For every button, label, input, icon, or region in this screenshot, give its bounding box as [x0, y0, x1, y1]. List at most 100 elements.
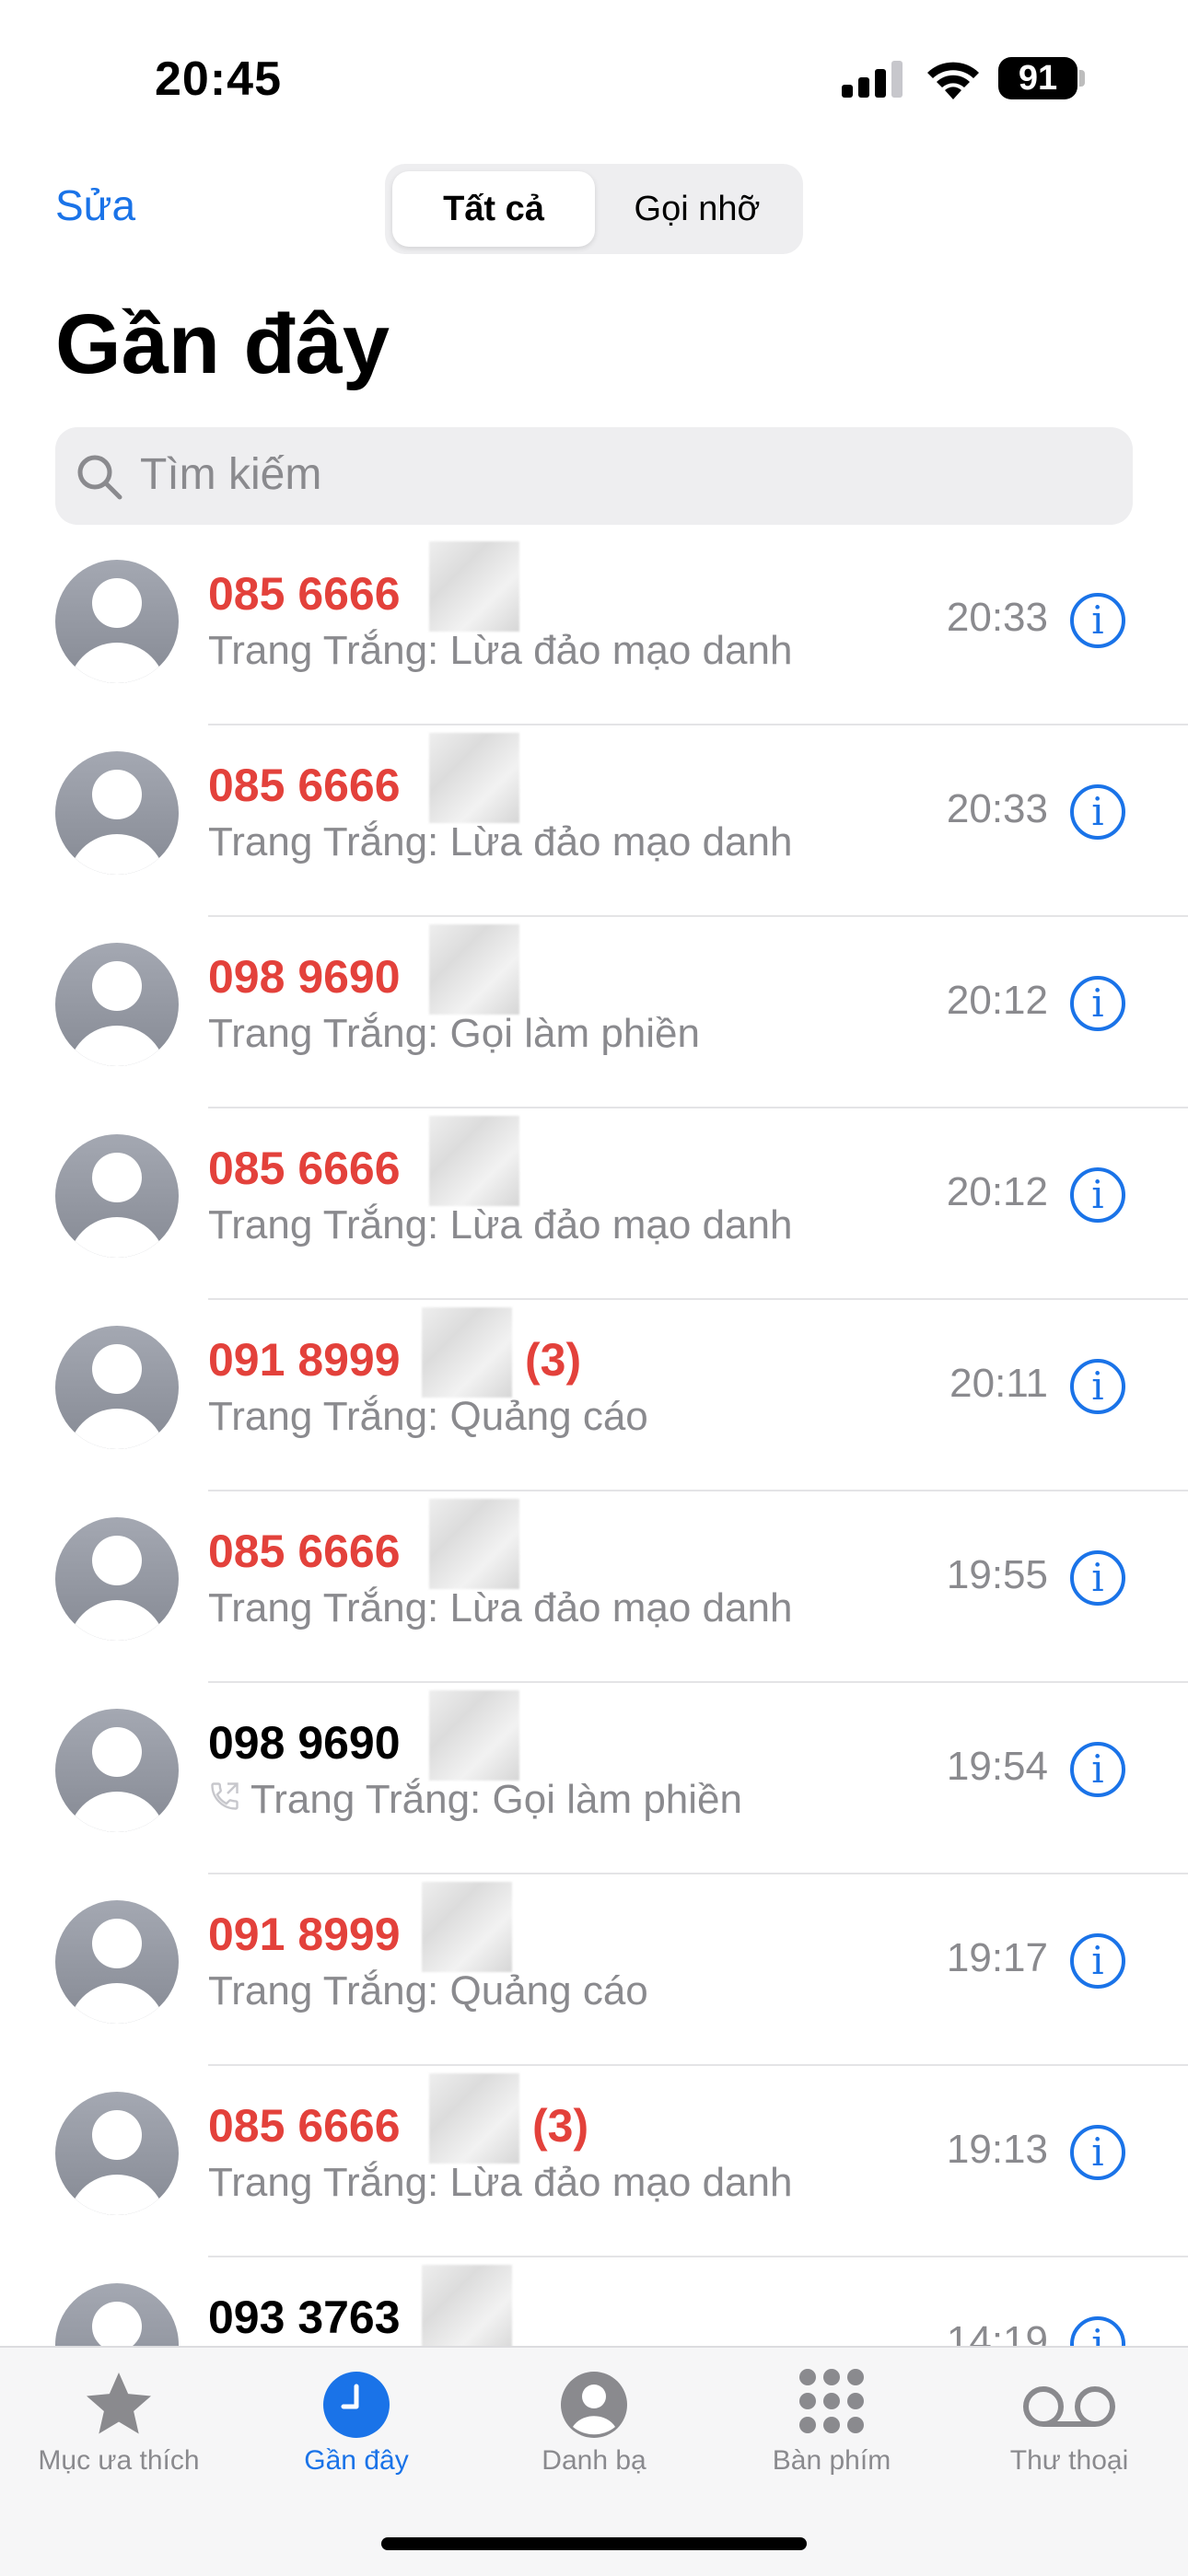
call-number: 085 6666	[208, 568, 401, 620]
call-row[interactable]: 093 3763 14:19 i	[0, 2257, 1188, 2346]
contact-avatar	[55, 1517, 179, 1641]
call-count: (3)	[525, 1334, 582, 1386]
call-label: Trang Trắng: Lừa đảo mạo danh	[208, 628, 792, 674]
redacted-digits	[422, 1307, 512, 1398]
call-row[interactable]: 098 9690 Trang Trắng: Gọi làm phiền 20:12 i	[0, 917, 1188, 1108]
call-number: 098 9690	[208, 951, 401, 1003]
keypad-icon	[799, 2369, 864, 2433]
call-number: 085 6666	[208, 760, 401, 811]
redacted-digits	[429, 924, 519, 1015]
segment-all[interactable]: Tất cả	[392, 171, 595, 247]
call-row[interactable]: 085 6666 Trang Trắng: Lừa đảo mạo danh 20:…	[0, 725, 1188, 917]
search-input[interactable]: Tìm kiếm	[55, 427, 1133, 525]
call-label-text: Trang Trắng: Quảng cáo	[208, 1968, 648, 2013]
info-icon[interactable]: i	[1070, 976, 1125, 1031]
call-time: 19:54	[946, 1744, 1048, 1789]
call-label-text: Trang Trắng: Lừa đảo mạo danh	[208, 628, 793, 673]
call-label: Trang Trắng: Gọi làm phiền	[208, 1011, 700, 1057]
home-indicator[interactable]	[381, 2537, 807, 2550]
contact-avatar	[55, 1326, 179, 1449]
redacted-digits	[429, 541, 519, 632]
call-time: 19:17	[946, 1935, 1048, 1980]
call-time: 20:12	[946, 1169, 1048, 1214]
wifi-icon	[927, 62, 979, 99]
page-title: Gần đây	[55, 297, 390, 391]
redacted-digits	[429, 1116, 519, 1206]
info-icon[interactable]: i	[1070, 2316, 1125, 2346]
tab-label: Mục ưa thích	[38, 2445, 200, 2476]
info-icon[interactable]: i	[1070, 593, 1125, 648]
tab-favorites[interactable]: Mục ưa thích	[0, 2362, 238, 2477]
tab-label: Thư thoại	[1009, 2445, 1129, 2476]
call-number: 098 9690	[208, 1717, 401, 1769]
call-time: 20:33	[946, 786, 1048, 831]
redacted-digits	[422, 1882, 512, 1972]
info-icon[interactable]: i	[1070, 2125, 1125, 2180]
info-icon[interactable]: i	[1070, 1167, 1125, 1223]
tab-label: Bàn phím	[772, 2445, 891, 2476]
redacted-digits	[429, 1499, 519, 1589]
call-row[interactable]: 091 8999 (3) Trang Trắng: Quảng cáo 20:11 i	[0, 1300, 1188, 1491]
edit-button[interactable]: Sửa	[55, 180, 135, 230]
info-icon[interactable]: i	[1070, 1550, 1125, 1606]
call-label-text: Trang Trắng: Lừa đảo mạo danh	[208, 1202, 793, 1247]
cellular-signal-icon	[842, 61, 903, 98]
call-label-text: Trang Trắng: Gọi làm phiền	[208, 1011, 700, 1056]
call-time: 20:11	[949, 1361, 1048, 1406]
call-label: Trang Trắng: Gọi làm phiền	[208, 1777, 742, 1823]
call-label-text: Trang Trắng: Lừa đảo mạo danh	[208, 819, 793, 864]
tab-contacts[interactable]: Danh bạ	[475, 2362, 713, 2477]
segment-missed[interactable]: Gọi nhỡ	[599, 171, 796, 247]
call-time: 19:55	[946, 1552, 1048, 1597]
battery-indicator: 91	[998, 57, 1077, 99]
redacted-digits	[429, 733, 519, 823]
call-count: (3)	[532, 2100, 589, 2152]
call-label-text: Trang Trắng: Quảng cáo	[208, 1394, 648, 1439]
contact-avatar	[55, 1709, 179, 1832]
call-number: 093 3763	[208, 2292, 401, 2343]
contact-avatar	[55, 751, 179, 875]
contact-icon	[561, 2372, 627, 2438]
tab-voicemail[interactable]: Thư thoại	[950, 2362, 1188, 2477]
call-time: 20:12	[946, 978, 1048, 1023]
contact-avatar	[55, 943, 179, 1066]
call-label: Trang Trắng: Lừa đảo mạo danh	[208, 1202, 792, 1248]
call-row[interactable]: 085 6666 Trang Trắng: Lừa đảo mạo danh 20:…	[0, 1108, 1188, 1300]
voicemail-icon	[1023, 2386, 1115, 2427]
call-number: 085 6666	[208, 1526, 401, 1577]
clock-icon	[323, 2372, 390, 2438]
info-icon[interactable]: i	[1070, 784, 1125, 840]
call-row[interactable]: 091 8999 Trang Trắng: Quảng cáo 19:17 i	[0, 1874, 1188, 2066]
call-number: 085 6666	[208, 2100, 401, 2152]
call-number: 091 8999	[208, 1909, 401, 1960]
filter-segmented-control: Tất cả Gọi nhỡ	[385, 164, 803, 254]
redacted-digits	[429, 2073, 519, 2164]
search-placeholder: Tìm kiếm	[140, 450, 322, 499]
contact-avatar	[55, 560, 179, 683]
tab-keypad[interactable]: Bàn phím	[713, 2362, 950, 2477]
contact-avatar	[55, 1900, 179, 2024]
contact-avatar	[55, 2092, 179, 2215]
info-icon[interactable]: i	[1070, 1359, 1125, 1414]
call-row[interactable]: 085 6666 Trang Trắng: Lừa đảo mạo danh 19:…	[0, 1491, 1188, 1683]
outgoing-call-icon	[208, 1777, 241, 1823]
call-number: 091 8999	[208, 1334, 401, 1386]
call-label: Trang Trắng: Lừa đảo mạo danh	[208, 2160, 792, 2206]
call-label: Trang Trắng: Lừa đảo mạo danh	[208, 819, 792, 865]
call-label-text: Trang Trắng: Lừa đảo mạo danh	[208, 1585, 793, 1630]
call-label: Trang Trắng: Lừa đảo mạo danh	[208, 1585, 792, 1631]
call-row[interactable]: 098 9690 Trang Trắng: Gọi làm phiền 19:54 i	[0, 1683, 1188, 1874]
tab-label: Gần đây	[304, 2445, 409, 2476]
call-time: 20:33	[946, 595, 1048, 640]
call-row[interactable]: 085 6666 (3) Trang Trắng: Lừa đảo mạo danh…	[0, 2066, 1188, 2257]
tab-label: Danh bạ	[542, 2445, 646, 2476]
info-icon[interactable]: i	[1070, 1933, 1125, 1989]
call-number: 085 6666	[208, 1143, 401, 1194]
tab-recents[interactable]: Gần đây	[238, 2362, 475, 2477]
call-label-text: Trang Trắng: Lừa đảo mạo danh	[208, 2160, 793, 2205]
info-icon[interactable]: i	[1070, 1742, 1125, 1797]
star-icon	[87, 2373, 151, 2434]
call-row[interactable]: 085 6666 Trang Trắng: Lừa đảo mạo danh 20:…	[0, 534, 1188, 725]
call-time: 14:19	[946, 2318, 1048, 2346]
status-time: 20:45	[155, 52, 282, 106]
